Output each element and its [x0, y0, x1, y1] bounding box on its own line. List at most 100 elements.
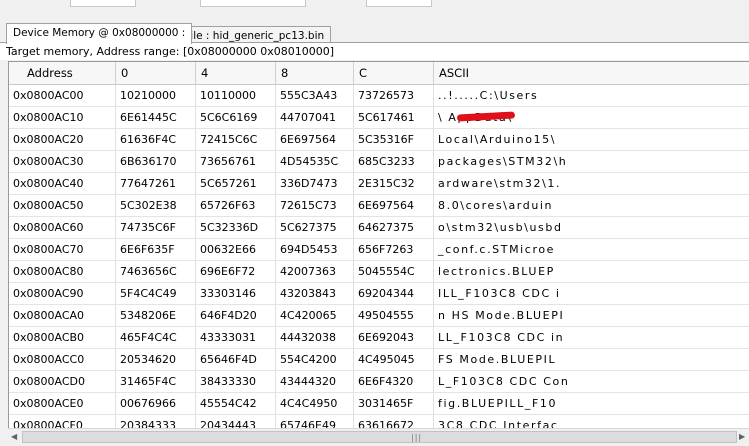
cell-word-c[interactable]: 5045554C — [354, 261, 434, 282]
cell-address[interactable]: 0x0800AC20 — [9, 129, 116, 150]
cell-address[interactable]: 0x0800AC40 — [9, 173, 116, 194]
toolbar-button-1[interactable] — [70, 0, 136, 7]
cell-word-0[interactable]: 5348206E — [116, 305, 196, 326]
cell-word-c[interactable]: 3031465F — [354, 393, 434, 414]
cell-word-0[interactable]: 5C302E38 — [116, 195, 196, 216]
cell-word-c[interactable]: 49504555 — [354, 305, 434, 326]
cell-address[interactable]: 0x0800AC90 — [9, 283, 116, 304]
cell-word-c[interactable]: 63616672 — [354, 415, 434, 429]
cell-ascii[interactable]: o\stm32\usb\usbd — [434, 217, 749, 238]
cell-word-0[interactable]: 7463656C — [116, 261, 196, 282]
cell-ascii[interactable]: Local\Arduino15\ — [434, 129, 749, 150]
cell-word-c[interactable]: 656F7263 — [354, 239, 434, 260]
cell-word-4[interactable]: 65726F63 — [196, 195, 276, 216]
cell-word-8[interactable]: 44707041 — [276, 107, 354, 128]
cell-word-4[interactable]: 00632E66 — [196, 239, 276, 260]
cell-word-4[interactable]: 5C657261 — [196, 173, 276, 194]
column-header-word-0[interactable]: 0 — [116, 62, 196, 84]
cell-word-0[interactable]: 6E61445C — [116, 107, 196, 128]
table-row[interactable]: 0x0800ACE0 00676966 45554C42 4C4C4950 303146… — [9, 393, 749, 415]
cell-ascii[interactable]: LL_F103C8 CDC in — [434, 327, 749, 348]
cell-word-c[interactable]: 685C3233 — [354, 151, 434, 172]
column-header-word-4[interactable]: 4 — [196, 62, 276, 84]
cell-address[interactable]: 0x0800ACF0 — [9, 415, 116, 429]
cell-ascii[interactable]: FS Mode.BLUEPIL — [434, 349, 749, 370]
cell-word-0[interactable]: 6E6F635F — [116, 239, 196, 260]
cell-word-8[interactable]: 6E697564 — [276, 129, 354, 150]
cell-address[interactable]: 0x0800ACE0 — [9, 393, 116, 414]
horizontal-scrollbar[interactable]: ◀ ||| ▶ — [8, 428, 749, 446]
cell-word-8[interactable]: 694D5453 — [276, 239, 354, 260]
cell-ascii[interactable]: ..!.....C:\Users — [434, 85, 749, 106]
cell-word-4[interactable]: 5C32336D — [196, 217, 276, 238]
cell-word-8[interactable]: 43203843 — [276, 283, 354, 304]
cell-word-0[interactable]: 74735C6F — [116, 217, 196, 238]
cell-ascii[interactable]: ardware\stm32\1. — [434, 173, 749, 194]
column-header-address[interactable]: Address — [9, 62, 116, 84]
cell-word-4[interactable]: 646F4D20 — [196, 305, 276, 326]
tab-device-memory[interactable]: Device Memory @ 0x08000000 : — [6, 23, 193, 44]
scroll-right-arrow-icon[interactable]: ▶ — [739, 432, 745, 441]
cell-ascii[interactable]: 8.0\cores\arduin — [434, 195, 749, 216]
memory-table[interactable]: Address 0 4 8 C ASCII 0x0800AC00 10210000 10110… — [8, 61, 749, 429]
cell-word-c[interactable]: 6E6F4320 — [354, 371, 434, 392]
table-row[interactable]: 0x0800ACC0 20534620 65646F4D 554C4200 4C4950… — [9, 349, 749, 371]
cell-word-4[interactable]: 696E6F72 — [196, 261, 276, 282]
toolbar-button-2[interactable] — [200, 0, 306, 7]
cell-word-8[interactable]: 44432038 — [276, 327, 354, 348]
cell-word-8[interactable]: 555C3A43 — [276, 85, 354, 106]
cell-word-4[interactable]: 5C6C6169 — [196, 107, 276, 128]
cell-address[interactable]: 0x0800AC60 — [9, 217, 116, 238]
cell-word-c[interactable]: 69204344 — [354, 283, 434, 304]
table-row[interactable]: 0x0800AC50 5C302E38 65726F63 72615C73 6E6975… — [9, 195, 749, 217]
cell-word-0[interactable]: 20534620 — [116, 349, 196, 370]
cell-word-8[interactable]: 5C627375 — [276, 217, 354, 238]
cell-word-8[interactable]: 336D7473 — [276, 173, 354, 194]
table-row[interactable]: 0x0800AC60 74735C6F 5C32336D 5C627375 646273… — [9, 217, 749, 239]
cell-word-c[interactable]: 2E315C32 — [354, 173, 434, 194]
cell-word-4[interactable]: 20434443 — [196, 415, 276, 429]
table-row[interactable]: 0x0800AC20 61636F4C 72415C6C 6E697564 5C3531… — [9, 129, 749, 151]
cell-address[interactable]: 0x0800AC50 — [9, 195, 116, 216]
cell-word-0[interactable]: 465F4C4C — [116, 327, 196, 348]
cell-word-4[interactable]: 72415C6C — [196, 129, 276, 150]
toolbar-button-3[interactable] — [366, 0, 432, 7]
cell-ascii[interactable]: ILL_F103C8 CDC i — [434, 283, 749, 304]
cell-word-8[interactable]: 65746E49 — [276, 415, 354, 429]
cell-word-4[interactable]: 43333031 — [196, 327, 276, 348]
cell-word-c[interactable]: 5C617461 — [354, 107, 434, 128]
cell-word-8[interactable]: 43444320 — [276, 371, 354, 392]
cell-word-8[interactable]: 4C4C4950 — [276, 393, 354, 414]
cell-word-0[interactable]: 6B636170 — [116, 151, 196, 172]
cell-word-0[interactable]: 20384333 — [116, 415, 196, 429]
cell-address[interactable]: 0x0800ACD0 — [9, 371, 116, 392]
scroll-left-arrow-icon[interactable]: ◀ — [11, 432, 17, 441]
cell-word-c[interactable]: 73726573 — [354, 85, 434, 106]
cell-word-0[interactable]: 31465F4C — [116, 371, 196, 392]
table-row[interactable]: 0x0800AC00 10210000 10110000 555C3A43 737265… — [9, 85, 749, 107]
cell-address[interactable]: 0x0800ACB0 — [9, 327, 116, 348]
cell-word-8[interactable]: 72615C73 — [276, 195, 354, 216]
cell-address[interactable]: 0x0800AC10 — [9, 107, 116, 128]
cell-word-4[interactable]: 45554C42 — [196, 393, 276, 414]
column-header-word-8[interactable]: 8 — [276, 62, 354, 84]
cell-word-4[interactable]: 73656761 — [196, 151, 276, 172]
cell-word-4[interactable]: 10110000 — [196, 85, 276, 106]
cell-address[interactable]: 0x0800AC00 — [9, 85, 116, 106]
cell-word-8[interactable]: 42007363 — [276, 261, 354, 282]
column-header-ascii[interactable]: ASCII — [434, 62, 749, 84]
cell-ascii[interactable]: _conf.c.STMicroe — [434, 239, 749, 260]
cell-word-c[interactable]: 5C35316F — [354, 129, 434, 150]
cell-address[interactable]: 0x0800ACA0 — [9, 305, 116, 326]
table-row[interactable]: 0x0800AC10 6E61445C 5C6C6169 44707041 5C6174… — [9, 107, 749, 129]
table-row[interactable]: 0x0800ACD0 31465F4C 38433330 43444320 6E6F43… — [9, 371, 749, 393]
cell-word-8[interactable]: 4C420065 — [276, 305, 354, 326]
cell-ascii[interactable]: packages\STM32\h — [434, 151, 749, 172]
table-row[interactable]: 0x0800AC70 6E6F635F 00632E66 694D5453 656F72… — [9, 239, 749, 261]
cell-word-0[interactable]: 77647261 — [116, 173, 196, 194]
cell-ascii[interactable]: n HS Mode.BLUEPI — [434, 305, 749, 326]
cell-word-0[interactable]: 00676966 — [116, 393, 196, 414]
cell-address[interactable]: 0x0800AC70 — [9, 239, 116, 260]
cell-word-c[interactable]: 4C495045 — [354, 349, 434, 370]
table-row[interactable]: 0x0800AC40 77647261 5C657261 336D7473 2E315C… — [9, 173, 749, 195]
